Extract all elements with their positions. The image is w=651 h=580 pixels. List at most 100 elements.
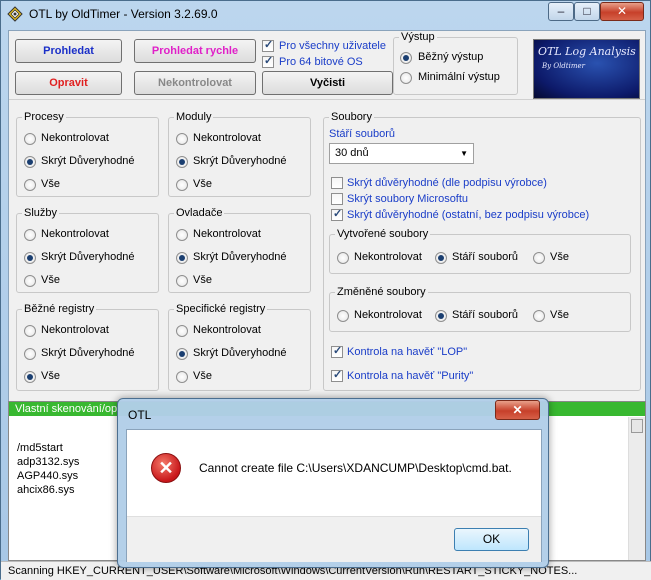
custom-scan-line: adp3132.sys	[17, 456, 80, 468]
dialog-body: ✕ Cannot create file C:\Users\XDANCUMP\D…	[126, 429, 542, 562]
dialog-message: Cannot create file C:\Users\XDANCUMP\Des…	[199, 461, 512, 475]
changed-all-radio[interactable]	[533, 310, 545, 322]
processes-hide-label: Skrýt Důveryhodné	[41, 155, 135, 167]
output-title: Výstup	[399, 31, 437, 43]
std-registry-all-radio[interactable]	[24, 371, 36, 383]
modules-all-label: Vše	[193, 178, 212, 190]
specific-registry-none-label: Nekontrolovat	[193, 324, 261, 336]
std-registry-none-label: Nekontrolovat	[41, 324, 109, 336]
minimal-output-label: Minimální výstup	[418, 71, 500, 83]
drivers-group: Ovladače Nekontrolovat Skrýt Důveryhodné…	[168, 207, 311, 293]
modules-all-radio[interactable]	[176, 179, 188, 191]
otl-logo: OTL Log Analysis By Oldtimer	[533, 39, 640, 99]
std-registry-hide-label: Skrýt Důveryhodné	[41, 347, 135, 359]
std-registry-title: Běžné registry	[22, 303, 97, 315]
changed-all-label: Vše	[550, 309, 569, 321]
lop-checkbox[interactable]	[331, 344, 343, 358]
scrollbar-thumb[interactable]	[631, 419, 643, 433]
window-title: OTL by OldTimer - Version 3.2.69.0	[29, 7, 218, 21]
files-title: Soubory	[329, 111, 374, 123]
specific-registry-all-radio[interactable]	[176, 371, 188, 383]
specific-registry-group: Specifické registry Nekontrolovat Skrýt …	[168, 303, 311, 391]
error-icon: ✕	[151, 453, 181, 483]
std-registry-hide-radio[interactable]	[24, 348, 36, 360]
scan-button[interactable]: Prohledat	[15, 39, 122, 63]
lop-label: Kontrola na havěť "LOP"	[347, 346, 468, 358]
services-title: Služby	[22, 207, 60, 219]
app-icon	[7, 6, 23, 22]
drivers-title: Ovladače	[174, 207, 225, 219]
error-dialog: OTL ✕ ✕ Cannot create file C:\Users\XDAN…	[117, 398, 549, 568]
processes-title: Procesy	[22, 111, 66, 123]
fix-button[interactable]: Opravit	[15, 71, 122, 95]
processes-hide-radio[interactable]	[24, 156, 36, 168]
created-all-radio[interactable]	[533, 252, 545, 264]
hide-microsoft-label: Skrýt soubory Microsoftu	[347, 193, 469, 205]
ok-button[interactable]: OK	[454, 528, 529, 551]
purity-checkbox[interactable]	[331, 368, 343, 382]
services-all-radio[interactable]	[24, 275, 36, 287]
hide-trusted-signed-checkbox[interactable]	[331, 177, 343, 189]
vertical-scrollbar[interactable]	[628, 417, 645, 560]
changed-none-radio[interactable]	[337, 310, 349, 322]
modules-hide-label: Skrýt Důveryhodné	[193, 155, 287, 167]
none-button[interactable]: Nekontrolovat	[134, 71, 256, 95]
os64-label: Pro 64 bitové OS	[279, 56, 363, 68]
created-age-radio[interactable]	[435, 252, 447, 264]
std-registry-none-radio[interactable]	[24, 325, 36, 337]
all-users-label: Pro všechny uživatele	[279, 40, 386, 52]
std-registry-all-label: Vše	[41, 370, 60, 382]
minimize-button[interactable]: –	[548, 2, 574, 21]
minimal-output-radio[interactable]	[400, 72, 412, 84]
drivers-none-label: Nekontrolovat	[193, 228, 261, 240]
main-window: OTL by OldTimer - Version 3.2.69.0 – □ ✕…	[0, 0, 651, 580]
changed-none-label: Nekontrolovat	[354, 309, 422, 321]
custom-scan-line: /md5start	[17, 442, 63, 454]
services-all-label: Vše	[41, 274, 60, 286]
dialog-close-button[interactable]: ✕	[495, 400, 540, 420]
hide-microsoft-checkbox[interactable]	[331, 193, 343, 205]
created-none-radio[interactable]	[337, 252, 349, 264]
services-hide-radio[interactable]	[24, 252, 36, 264]
file-age-value: 30 dnů	[335, 147, 369, 159]
os64-checkbox[interactable]	[262, 54, 274, 68]
processes-all-radio[interactable]	[24, 179, 36, 191]
dialog-footer: OK	[127, 516, 541, 562]
quick-scan-button[interactable]: Prohledat rychle	[134, 39, 256, 63]
changed-files-group: Změněné soubory Nekontrolovat Stáří soub…	[329, 286, 631, 332]
changed-age-radio[interactable]	[435, 310, 447, 322]
standard-output-radio[interactable]	[400, 52, 412, 64]
output-group: Výstup Běžný výstup Minimální výstup	[393, 31, 518, 95]
logo-subtitle: By Oldtimer	[542, 62, 585, 70]
services-none-label: Nekontrolovat	[41, 228, 109, 240]
separator	[9, 99, 645, 100]
modules-group: Moduly Nekontrolovat Skrýt Důveryhodné V…	[168, 111, 311, 197]
file-age-label: Stáří souborů	[329, 128, 396, 140]
processes-group: Procesy Nekontrolovat Skrýt Důveryhodné …	[16, 111, 159, 197]
drivers-hide-radio[interactable]	[176, 252, 188, 264]
file-age-dropdown[interactable]: 30 dnů ▼	[329, 143, 474, 164]
cleanup-button[interactable]: Vyčisti	[262, 71, 393, 95]
close-button[interactable]: ✕	[600, 2, 644, 21]
specific-registry-none-radio[interactable]	[176, 325, 188, 337]
processes-all-label: Vše	[41, 178, 60, 190]
maximize-button[interactable]: □	[574, 2, 600, 21]
all-users-checkbox[interactable]	[262, 38, 274, 52]
drivers-all-radio[interactable]	[176, 275, 188, 287]
drivers-hide-label: Skrýt Důveryhodné	[193, 251, 287, 263]
hide-trusted-signed-label: Skrýt důvěryhodné (dle podpisu výrobce)	[347, 177, 547, 189]
hide-trusted-other-checkbox[interactable]	[331, 207, 343, 221]
services-none-radio[interactable]	[24, 229, 36, 241]
created-files-group: Vytvořené soubory Nekontrolovat Stáří so…	[329, 228, 631, 274]
processes-none-radio[interactable]	[24, 133, 36, 145]
drivers-none-radio[interactable]	[176, 229, 188, 241]
title-bar[interactable]: OTL by OldTimer - Version 3.2.69.0 – □ ✕	[1, 1, 651, 28]
specific-registry-title: Specifické registry	[174, 303, 268, 315]
specific-registry-hide-radio[interactable]	[176, 348, 188, 360]
custom-scan-line: AGP440.sys	[17, 470, 79, 482]
modules-hide-radio[interactable]	[176, 156, 188, 168]
specific-registry-hide-label: Skrýt Důveryhodné	[193, 347, 287, 359]
modules-none-radio[interactable]	[176, 133, 188, 145]
logo-title: OTL Log Analysis	[538, 45, 636, 58]
hide-trusted-other-label: Skrýt důvěryhodné (ostatní, bez podpisu …	[347, 209, 590, 221]
